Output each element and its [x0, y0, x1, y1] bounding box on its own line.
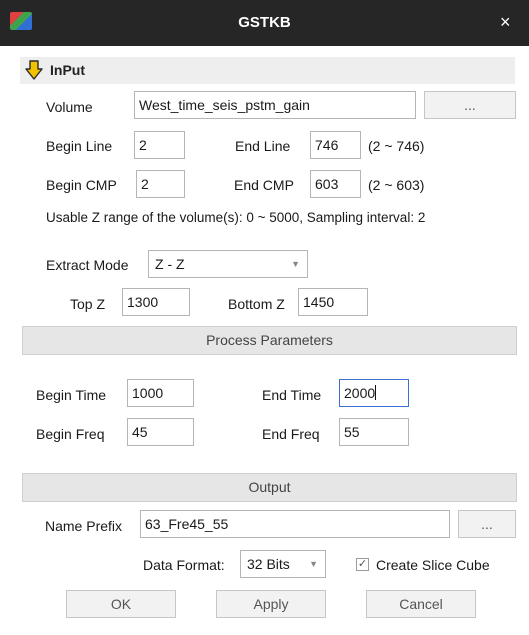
chevron-down-icon: ▼ — [309, 559, 318, 569]
begin-freq-field[interactable]: 45 — [127, 418, 194, 446]
name-prefix-browse-button[interactable]: ... — [458, 510, 516, 538]
begin-time-label: Begin Time — [36, 387, 107, 403]
ok-button[interactable]: OK — [66, 590, 176, 618]
volume-label: Volume — [46, 99, 93, 115]
name-prefix-field[interactable]: 63_Fre45_55 — [140, 510, 450, 538]
begin-cmp-field[interactable]: 2 — [136, 170, 185, 198]
name-prefix-label: Name Prefix — [45, 518, 123, 534]
close-icon[interactable]: × — [500, 12, 511, 32]
cmp-range-text: (2 ~ 603) — [368, 177, 425, 193]
end-time-field[interactable]: 2000 — [339, 379, 409, 407]
checkmark-icon: ✓ — [357, 558, 368, 570]
volume-field[interactable]: West_time_seis_pstm_gain — [134, 91, 416, 119]
top-z-field[interactable]: 1300 — [122, 288, 190, 316]
extract-mode-value: Z - Z — [155, 256, 185, 272]
data-format-select[interactable]: 32 Bits ▼ — [240, 550, 326, 578]
end-freq-label: End Freq — [262, 426, 320, 442]
window-title: GSTKB — [238, 14, 291, 31]
extract-mode-label: Extract Mode — [46, 257, 129, 273]
begin-line-label: Begin Line — [46, 138, 113, 154]
end-cmp-label: End CMP — [234, 177, 294, 193]
apply-button[interactable]: Apply — [216, 590, 326, 618]
input-section-title: InPut — [50, 62, 85, 78]
data-format-label: Data Format: — [143, 557, 225, 573]
z-range-info: Usable Z range of the volume(s): 0 ~ 500… — [46, 210, 426, 225]
top-z-label: Top Z — [70, 296, 106, 312]
process-parameters-header[interactable]: Process Parameters — [22, 326, 517, 355]
end-line-label: End Line — [235, 138, 291, 154]
begin-time-field[interactable]: 1000 — [127, 379, 194, 407]
begin-cmp-label: Begin CMP — [46, 177, 117, 193]
extract-mode-select[interactable]: Z - Z ▼ — [148, 250, 308, 278]
end-freq-field[interactable]: 55 — [339, 418, 409, 446]
begin-line-field[interactable]: 2 — [134, 131, 185, 159]
chevron-down-icon: ▼ — [291, 259, 300, 269]
volume-browse-button[interactable]: ... — [424, 91, 516, 119]
line-range-text: (2 ~ 746) — [368, 138, 425, 154]
create-slice-checkbox[interactable]: ✓ — [356, 558, 369, 571]
data-format-value: 32 Bits — [247, 556, 290, 572]
end-line-field[interactable]: 746 — [310, 131, 361, 159]
end-time-value: 2000 — [344, 385, 376, 401]
end-cmp-field[interactable]: 603 — [310, 170, 361, 198]
end-time-label: End Time — [262, 387, 322, 403]
bottom-z-label: Bottom Z — [228, 296, 285, 312]
text-caret — [375, 385, 377, 400]
bottom-z-field[interactable]: 1450 — [298, 288, 368, 316]
create-slice-label: Create Slice Cube — [376, 557, 490, 573]
input-section-header — [20, 57, 515, 84]
cancel-button[interactable]: Cancel — [366, 590, 476, 618]
begin-freq-label: Begin Freq — [36, 426, 105, 442]
output-header[interactable]: Output — [22, 473, 517, 502]
down-arrow-icon — [25, 60, 43, 80]
